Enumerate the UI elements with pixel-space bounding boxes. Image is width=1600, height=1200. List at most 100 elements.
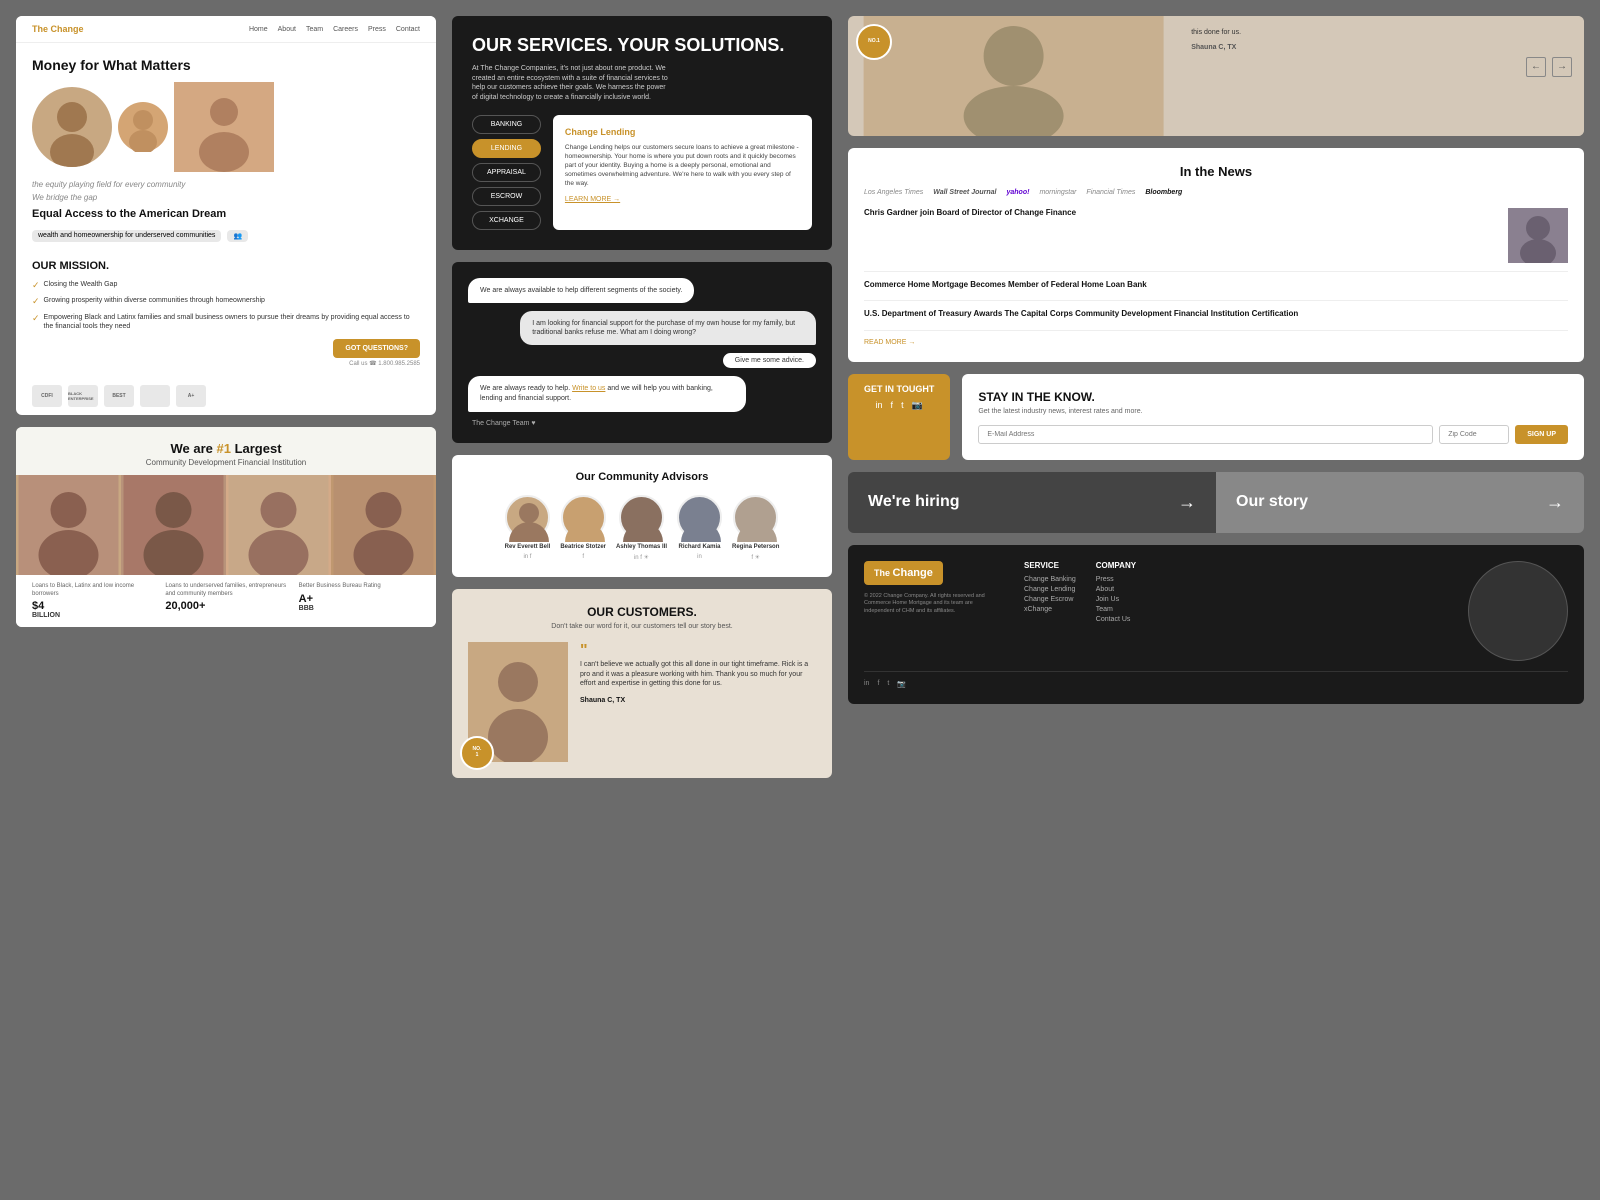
footer-link-joinus[interactable]: Join Us: [1096, 596, 1136, 603]
hiring-label: We're hiring: [868, 493, 960, 511]
quote-author: Shauna C, TX: [580, 697, 816, 704]
banking-button[interactable]: BANKING: [472, 115, 541, 134]
hero-tagline2: We bridge the gap: [32, 193, 420, 202]
footer-links-area: SERVICE Change Banking Change Lending Ch…: [1024, 561, 1448, 661]
lending-logo: Change Lending: [565, 127, 800, 137]
footer-link-contact[interactable]: Contact Us: [1096, 616, 1136, 623]
footer-link-escrow[interactable]: Change Escrow: [1024, 596, 1076, 603]
stay-know-section: STAY IN THE KNOW. Get the latest industr…: [962, 374, 1584, 460]
news-item-2: Commerce Home Mortgage Becomes Member of…: [864, 280, 1568, 301]
services-title: OUR SERVICES. YOUR SOLUTIONS.: [472, 36, 812, 56]
advisor-social-2: f: [582, 554, 584, 560]
chat-signature: The Change Team ♥: [468, 420, 536, 427]
call-us-text: Call us ☎ 1.800.985.2585: [32, 360, 420, 367]
footer-social-in[interactable]: in: [864, 680, 869, 688]
person-photo-1: [16, 475, 121, 575]
mission-item-2: ✓ Growing prosperity within diverse comm…: [32, 296, 420, 308]
hiring-box[interactable]: We're hiring →: [848, 472, 1216, 533]
nav-press[interactable]: Press: [368, 26, 386, 33]
footer-link-about[interactable]: About: [1096, 586, 1136, 593]
appraisal-button[interactable]: APPRAISAL: [472, 163, 541, 182]
give-advice-button[interactable]: Give me some advice.: [723, 353, 816, 368]
news-logos: Los Angeles Times Wall Street Journal ya…: [864, 189, 1568, 196]
social-linkedin-icon[interactable]: in: [876, 400, 883, 411]
our-story-box[interactable]: Our story →: [1216, 472, 1584, 533]
footer-social-ig[interactable]: 📷: [897, 680, 906, 688]
advisor-everett: Rev Everett Bell in f: [505, 495, 551, 561]
quote-mark: ": [580, 642, 816, 660]
social-twitter-icon[interactable]: t: [901, 400, 904, 411]
stay-title: STAY IN THE KNOW.: [978, 390, 1568, 404]
footer-social-fb[interactable]: f: [877, 680, 879, 688]
advisor-avatar-1: [505, 495, 550, 540]
lending-learn-more[interactable]: LEARN MORE →: [565, 196, 800, 203]
footer-link-banking[interactable]: Change Banking: [1024, 576, 1076, 583]
chat-bubble-user: I am looking for financial support for t…: [520, 311, 816, 345]
badge-cdfi: CDFI: [32, 385, 62, 407]
largest-title: We are #1 Largest: [32, 441, 420, 456]
advisor-social-1: in f: [523, 554, 531, 560]
advisor-name-1: Rev Everett Bell: [505, 544, 551, 550]
nav-about[interactable]: About: [278, 26, 296, 33]
advisor-avatar-2: [561, 495, 606, 540]
advisor-avatar-5: [733, 495, 778, 540]
nav-home[interactable]: Home: [249, 26, 268, 33]
check-icon-1: ✓: [32, 280, 40, 292]
read-more-link[interactable]: READ MORE →: [864, 339, 1568, 346]
xchange-button[interactable]: XCHANGE: [472, 211, 541, 230]
testimonial-author: Shauna C, TX: [1191, 44, 1572, 51]
social-instagram-icon[interactable]: 📷: [912, 400, 923, 411]
footer-link-xchange[interactable]: xChange: [1024, 606, 1076, 613]
footer-link-press[interactable]: Press: [1096, 576, 1136, 583]
escrow-button[interactable]: ESCROW: [472, 187, 541, 206]
footer-service-title: SERVICE: [1024, 561, 1076, 570]
hero-img-circle-sm: [118, 102, 168, 152]
badge-be: BLACK ENTERPRISE: [68, 385, 98, 407]
advisor-avatar-4: [677, 495, 722, 540]
news-section: In the News Los Angeles Times Wall Stree…: [848, 148, 1584, 362]
footer-social-tw[interactable]: t: [887, 680, 889, 688]
get-in-touch-section: GET IN TOUGHT in f t 📷: [848, 374, 950, 460]
social-facebook-icon[interactable]: f: [891, 400, 894, 411]
write-to-us-link[interactable]: Write to us: [572, 385, 605, 392]
main-container: The Change Home About Team Careers Press…: [0, 0, 1600, 794]
person-photo-4: [331, 475, 436, 575]
nav-team[interactable]: Team: [306, 26, 323, 33]
prev-arrow[interactable]: ←: [1526, 57, 1546, 77]
nav-careers[interactable]: Careers: [333, 26, 358, 33]
website-mockup: The Change Home About Team Careers Press…: [16, 16, 436, 415]
zip-input[interactable]: [1439, 425, 1509, 444]
nav-contact[interactable]: Contact: [396, 26, 420, 33]
advisor-ashley: Ashley Thomas III in f ☀: [616, 495, 667, 561]
sign-up-button[interactable]: SIGN UP: [1515, 425, 1568, 444]
customers-section: OUR CUSTOMERS. Don't take our word for i…: [452, 589, 832, 778]
email-input[interactable]: [978, 425, 1433, 444]
news-item-1: Chris Gardner join Board of Director of …: [864, 208, 1568, 272]
advisor-social-5: f ☀: [751, 554, 760, 561]
our-story-label: Our story: [1236, 493, 1308, 511]
git-social-icons: in f t 📷: [864, 400, 934, 411]
stat-loans-black: Loans to Black, Latinx and low income bo…: [32, 583, 153, 618]
lending-button[interactable]: LENDING: [472, 139, 541, 158]
mission-item-3: ✓ Empowering Black and Latinx families a…: [32, 313, 420, 331]
advisors-section: Our Community Advisors Rev Everett Bell …: [452, 455, 832, 577]
footer-section: The Change © 2022 Change Company. All ri…: [848, 545, 1584, 704]
hero-images: [32, 82, 420, 172]
number-one: #1: [216, 441, 230, 456]
next-arrow[interactable]: →: [1552, 57, 1572, 77]
footer-link-lending[interactable]: Change Lending: [1024, 586, 1076, 593]
got-questions-button[interactable]: GOT QUESTIONS?: [333, 339, 420, 358]
footer-logo: The Change: [864, 561, 943, 585]
customers-title: OUR CUSTOMERS.: [468, 605, 816, 619]
news-thumb-1: [1508, 208, 1568, 263]
advisor-regina: Regina Peterson f ☀: [732, 495, 779, 561]
advisor-beatrice: Beatrice Stotzer f: [560, 495, 606, 561]
mock-nav-links: Home About Team Careers Press Contact: [249, 26, 420, 33]
chat-response: We are always ready to help. Write to us…: [468, 376, 746, 412]
footer-content: The Change © 2022 Change Company. All ri…: [864, 561, 1568, 661]
footer-circle-area: [1468, 561, 1568, 661]
footer-link-team[interactable]: Team: [1096, 606, 1136, 613]
hero-tagline1: the equity playing field for every commu…: [32, 180, 420, 189]
news-text-1: Chris Gardner join Board of Director of …: [864, 208, 1498, 220]
largest-subtitle: Community Development Financial Institut…: [32, 458, 420, 467]
